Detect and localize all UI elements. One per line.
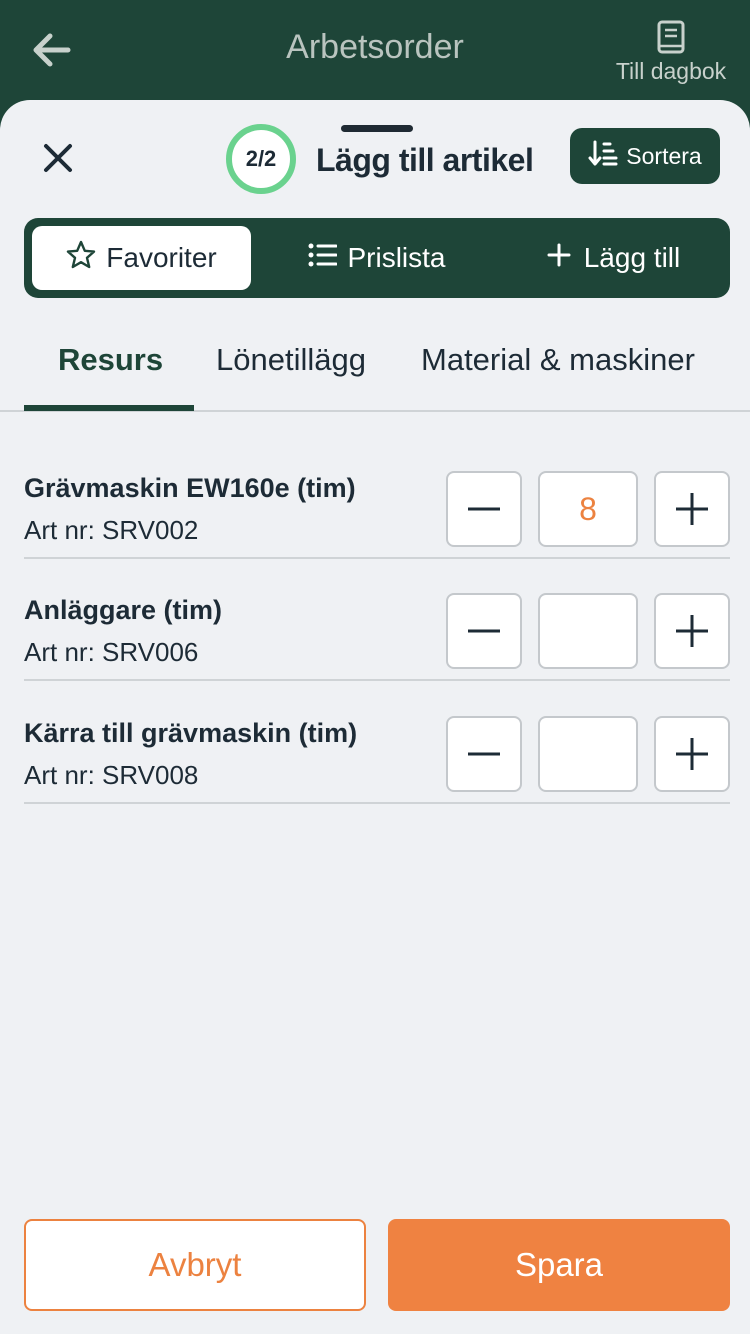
list-item: Kärra till grävmaskin (tim) Art nr: SRV0… — [24, 680, 730, 804]
book-icon — [656, 20, 686, 56]
add-article-sheet: 2/2 Lägg till artikel Sortera Favoriter — [0, 100, 750, 1334]
minus-icon — [468, 629, 500, 633]
step-indicator: 2/2 — [226, 124, 296, 194]
segment-label: Favoriter — [106, 242, 217, 273]
segment-prislista[interactable]: Prislista — [264, 226, 489, 290]
sheet-title: Lägg till artikel — [316, 142, 534, 178]
sort-icon — [588, 139, 618, 173]
segment-lagg-till[interactable]: Lägg till — [502, 226, 722, 290]
list-item: Grävmaskin EW160e (tim) Art nr: SRV002 8 — [24, 435, 730, 559]
item-name: Grävmaskin EW160e (tim) — [24, 473, 356, 503]
item-artnr: Art nr: SRV006 — [24, 637, 199, 667]
tab-lonetillagg[interactable]: Lönetillägg — [216, 342, 366, 378]
minus-icon — [468, 507, 500, 511]
save-button[interactable]: Spara — [388, 1219, 730, 1311]
close-icon[interactable] — [38, 138, 78, 178]
quantity-field[interactable]: 8 — [538, 471, 638, 547]
plus-icon — [676, 738, 708, 770]
quantity-field[interactable] — [538, 716, 638, 792]
diary-button[interactable]: Till dagbok — [610, 20, 732, 85]
increment-button[interactable] — [654, 716, 730, 792]
sort-button[interactable]: Sortera — [570, 128, 720, 184]
plus-icon — [676, 615, 708, 647]
quantity-field[interactable] — [538, 593, 638, 669]
sort-label: Sortera — [626, 142, 702, 169]
minus-icon — [468, 752, 500, 756]
category-tabs: Resurs Lönetillägg Material & maskiner — [0, 328, 750, 412]
decrement-button[interactable] — [446, 593, 522, 669]
tab-material-maskiner[interactable]: Material & maskiner — [421, 342, 695, 378]
increment-button[interactable] — [654, 471, 730, 547]
active-tab-indicator — [24, 405, 194, 411]
increment-button[interactable] — [654, 593, 730, 669]
decrement-button[interactable] — [446, 471, 522, 547]
top-bar: Arbetsorder Till dagbok — [0, 0, 750, 100]
plus-icon — [544, 240, 574, 277]
item-name: Anläggare (tim) — [24, 595, 223, 625]
list-item: Anläggare (tim) Art nr: SRV006 — [24, 557, 730, 681]
plus-icon — [676, 493, 708, 525]
source-segmented-control: Favoriter Prislista Lägg till — [24, 218, 730, 298]
segment-label: Lägg till — [583, 242, 681, 273]
list-icon — [307, 240, 338, 277]
star-icon — [66, 240, 96, 277]
segment-favoriter[interactable]: Favoriter — [32, 226, 251, 290]
diary-label: Till dagbok — [615, 58, 727, 84]
decrement-button[interactable] — [446, 716, 522, 792]
segment-label: Prislista — [347, 242, 446, 273]
sheet-drag-handle[interactable] — [341, 125, 413, 132]
item-name: Kärra till grävmaskin (tim) — [24, 718, 358, 748]
cancel-button[interactable]: Avbryt — [24, 1219, 366, 1311]
tab-resurs[interactable]: Resurs — [58, 342, 163, 378]
item-artnr: Art nr: SRV002 — [24, 515, 199, 545]
item-artnr: Art nr: SRV008 — [24, 760, 199, 790]
